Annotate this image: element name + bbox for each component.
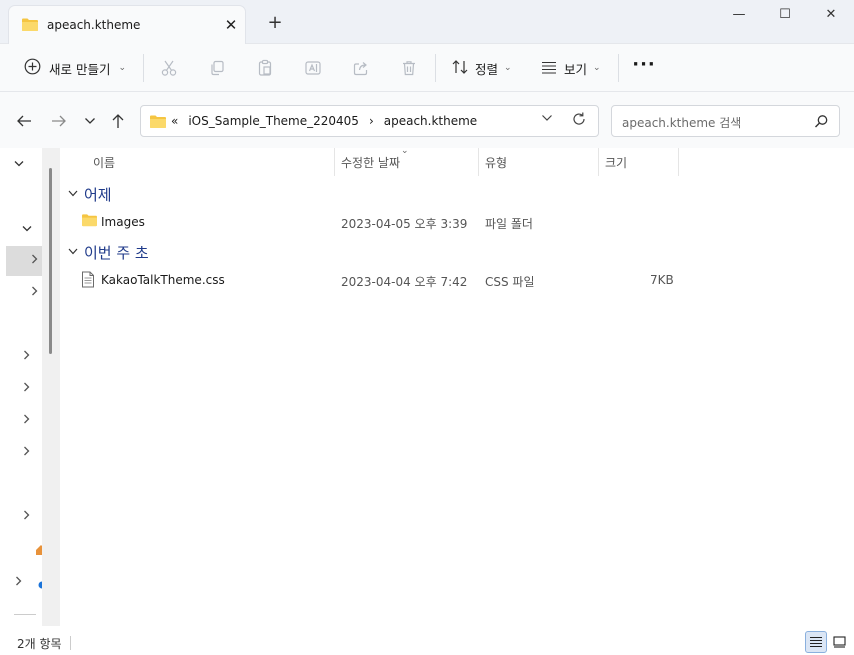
breadcrumb-separator-icon[interactable]: › [369,114,374,128]
sort-label: 정렬 [475,61,499,77]
group-collapse-icon[interactable] [68,189,78,200]
back-icon[interactable] [12,109,36,133]
rename-icon[interactable] [301,56,325,80]
group-label: 어제 [84,186,112,204]
share-icon[interactable] [349,56,373,80]
forward-icon[interactable] [47,109,71,133]
search-box[interactable]: apeach.ktheme 검색 [611,105,840,137]
item-type: CSS 파일 [485,275,535,289]
address-bar[interactable]: « iOS_Sample_Theme_220405 › apeach.kthem… [140,105,599,137]
large-icons-view-button[interactable] [828,631,850,653]
chevron-down-icon: ⌄ [118,63,127,73]
item-type: 파일 폴더 [485,217,533,231]
document-icon [81,271,95,291]
folder-icon [21,17,39,35]
sort-button[interactable]: 정렬 ⌄ [445,53,518,83]
item-name: Images [101,215,145,229]
new-tab-button[interactable]: + [263,12,287,36]
breadcrumb-item[interactable]: iOS_Sample_Theme_220405 [188,114,359,128]
navigation-pane [0,148,60,626]
tab-title: apeach.ktheme [47,18,141,32]
item-size: 7KB [650,273,674,287]
breadcrumb-item[interactable]: apeach.ktheme [384,114,477,128]
sidebar-divider [14,614,36,615]
item-date: 2023-04-05 오후 3:39 [341,217,468,231]
plus-circle-icon [24,58,41,78]
list-item[interactable]: Images 2023-04-05 오후 3:39 파일 폴더 [60,209,854,235]
collapse-chevron-icon[interactable] [17,414,37,427]
close-button[interactable]: ✕ [808,4,854,26]
expand-chevron-icon[interactable] [9,158,29,171]
more-options-button[interactable]: ··· [630,56,658,80]
collapse-chevron-icon[interactable] [17,382,37,395]
folder-icon [149,114,167,132]
breadcrumb: « iOS_Sample_Theme_220405 › apeach.kthem… [171,114,477,128]
group-collapse-icon[interactable] [68,247,78,258]
search-icon[interactable] [814,114,829,132]
column-header-type[interactable]: 유형 [485,154,507,171]
search-placeholder: apeach.ktheme 검색 [622,116,742,130]
recent-locations-icon[interactable] [78,109,102,133]
sort-caret-icon: ⌄ [401,146,409,156]
command-bar: 새로 만들기 ⌄ 정렬 ⌄ 보기 ⌄ ··· [0,44,854,92]
cut-icon[interactable] [157,56,181,80]
address-history-icon[interactable] [541,112,553,125]
item-date: 2023-04-04 오후 7:42 [341,275,468,289]
group-header[interactable]: 이번 주 초 [68,242,149,263]
view-button[interactable]: 보기 ⌄ [534,53,607,83]
toolbar-divider [143,54,144,82]
toolbar-divider [618,54,619,82]
group-label: 이번 주 초 [84,244,149,262]
column-divider[interactable] [478,148,479,176]
status-divider [70,636,71,650]
folder-icon [81,213,98,230]
expand-chevron-icon[interactable] [17,223,37,236]
breadcrumb-overflow[interactable]: « [171,114,178,128]
up-icon[interactable] [106,109,130,133]
list-item[interactable]: KakaoTalkTheme.css 2023-04-04 오후 7:42 CS… [60,267,854,293]
column-divider[interactable] [334,148,335,176]
collapse-chevron-icon[interactable] [9,576,29,589]
paste-icon[interactable] [253,56,277,80]
tab-close-icon[interactable]: ✕ [221,15,241,35]
copy-icon[interactable] [205,56,229,80]
chevron-down-icon: ⌄ [504,63,512,73]
status-bar: 2개 항목 [0,626,854,655]
chevron-down-icon: ⌄ [593,63,601,73]
refresh-icon[interactable] [571,111,587,131]
column-divider[interactable] [678,148,679,176]
minimize-button[interactable]: — [716,4,762,26]
details-view-button[interactable] [805,631,827,653]
collapse-chevron-icon[interactable] [17,350,37,363]
file-list: 이름 ⌄ 수정한 날짜 유형 크기 어제 Images 2023-04-05 오… [60,146,854,626]
new-button-label: 새로 만들기 [49,61,111,77]
column-header-size[interactable]: 크기 [605,154,627,171]
item-name: KakaoTalkTheme.css [101,273,225,287]
toolbar-divider [435,54,436,82]
sidebar-scroll-thumb[interactable] [49,168,52,354]
column-header-name[interactable]: 이름 [93,154,115,171]
group-header[interactable]: 어제 [68,184,112,205]
maximize-button[interactable]: ☐ [762,4,808,26]
item-count: 2개 항목 [17,637,62,651]
sort-icon [451,59,469,78]
tab-apeach-ktheme[interactable]: apeach.ktheme ✕ [8,5,246,44]
navigation-bar: « iOS_Sample_Theme_220405 › apeach.kthem… [0,92,854,148]
new-button[interactable]: 새로 만들기 ⌄ [16,53,134,83]
view-list-icon [540,60,558,77]
collapse-chevron-icon[interactable] [17,446,37,459]
column-divider[interactable] [598,148,599,176]
title-bar: apeach.ktheme ✕ + — ☐ ✕ [0,0,854,44]
column-header-date[interactable]: 수정한 날짜 [341,154,400,171]
delete-icon[interactable] [397,56,421,80]
collapse-chevron-icon[interactable] [17,510,37,523]
view-label: 보기 [564,61,588,77]
